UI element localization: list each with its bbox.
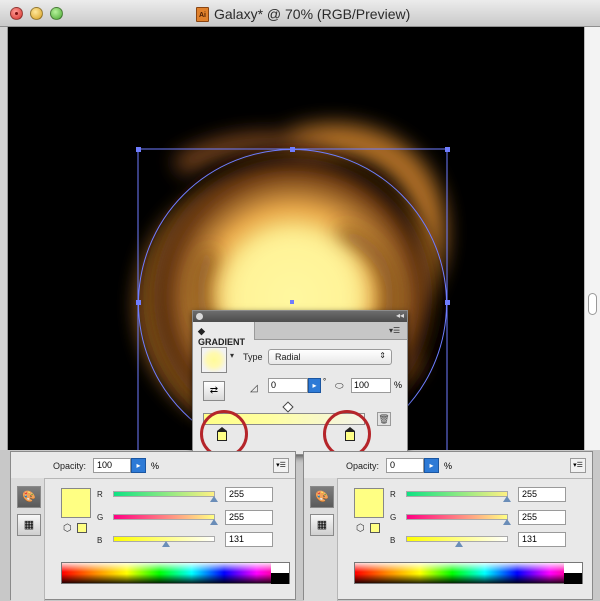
r-label: R [97, 490, 103, 499]
web-safe-swatch[interactable] [370, 523, 380, 533]
gradient-type-select[interactable]: Radial ⇕ [268, 349, 392, 365]
gradient-preview-swatch[interactable] [201, 347, 227, 373]
spectrum-black[interactable] [271, 573, 289, 584]
selection-handle [290, 147, 295, 152]
aspect-ratio-unit: % [394, 380, 403, 390]
close-button[interactable] [10, 7, 23, 20]
g-slider[interactable] [406, 514, 511, 525]
zoom-button[interactable] [50, 7, 63, 20]
gradient-type-value: Radial [275, 352, 301, 362]
select-arrows-icon: ⇕ [379, 351, 386, 360]
b-input[interactable]: 131 [225, 532, 273, 547]
color-panel-right: Opacity: 0 ▸ % ▾☰ 🎨 ▦ ⬡ R 255 G 255 B 13… [303, 451, 593, 601]
angle-input[interactable]: 0 [268, 378, 308, 393]
g-label: G [97, 513, 104, 522]
illustrator-window: Ai Galaxy* @ 70% (RGB/Preview) ◂◂ ◆ GRAD… [0, 0, 600, 601]
reverse-gradient-button[interactable]: ⇄ [203, 381, 225, 401]
left-edge [0, 27, 8, 450]
opacity-input[interactable]: 100 [93, 458, 131, 473]
delete-stop-icon[interactable]: 🗑 [377, 412, 391, 426]
b-slider-thumb[interactable] [455, 541, 463, 547]
spectrum-white[interactable] [271, 563, 289, 573]
divider [11, 478, 295, 479]
fill-color-swatch[interactable] [61, 488, 91, 518]
vertical-scrollbar[interactable] [584, 27, 600, 450]
g-input[interactable]: 255 [225, 510, 273, 525]
panel-menu-icon[interactable]: ▾☰ [570, 458, 586, 473]
g-slider-thumb[interactable] [503, 519, 511, 525]
panel-side-column: 🎨 ▦ [304, 478, 338, 601]
angle-icon: ◿ [250, 383, 258, 394]
opacity-dropdown-button[interactable]: ▸ [131, 458, 146, 473]
panel-tab-bar: ◆ GRADIENT ▾☰ [193, 322, 407, 347]
opacity-dropdown-button[interactable]: ▸ [424, 458, 439, 473]
selection-handle [445, 147, 450, 152]
angle-dropdown-button[interactable]: ▸ [308, 378, 321, 393]
title-bar[interactable]: Ai Galaxy* @ 70% (RGB/Preview) [0, 0, 600, 27]
color-spectrum-bar[interactable] [61, 562, 290, 584]
tab-gradient[interactable]: ◆ GRADIENT [193, 322, 255, 347]
spectrum-black[interactable] [564, 573, 582, 584]
selection-handle [136, 147, 141, 152]
opacity-label: Opacity: [346, 461, 380, 471]
divider [304, 478, 592, 479]
opacity-unit: % [444, 461, 453, 471]
r-slider-thumb[interactable] [503, 496, 511, 502]
panel-header[interactable]: ◂◂ [193, 311, 407, 322]
g-input[interactable]: 255 [518, 510, 566, 525]
spectrum-white[interactable] [564, 563, 582, 573]
color-mode-palette-icon[interactable]: 🎨 [17, 486, 41, 508]
gradient-midpoint-diamond[interactable] [282, 401, 294, 413]
b-label: B [390, 536, 396, 545]
r-slider[interactable] [406, 491, 511, 502]
window-title: Galaxy* @ 70% (RGB/Preview) [214, 6, 411, 22]
swatches-grid-icon[interactable]: ▦ [17, 514, 41, 536]
g-slider[interactable] [113, 514, 218, 525]
type-label: Type [243, 352, 263, 362]
color-mode-palette-icon[interactable]: 🎨 [310, 486, 334, 508]
b-slider[interactable] [113, 536, 215, 547]
minimize-button[interactable] [30, 7, 43, 20]
panel-menu-icon[interactable]: ▾☰ [389, 326, 403, 335]
web-safe-swatch[interactable] [77, 523, 87, 533]
color-spectrum-bar[interactable] [354, 562, 583, 584]
tab-gradient-label: GRADIENT [198, 337, 245, 347]
panel-menu-icon[interactable]: ▾☰ [273, 458, 289, 473]
panel-collapse-icon[interactable]: ◂◂ [396, 311, 404, 320]
selection-handle [136, 300, 141, 305]
selection-handle [445, 300, 450, 305]
g-label: G [390, 513, 397, 522]
b-slider[interactable] [406, 536, 508, 547]
r-input[interactable]: 255 [225, 487, 273, 502]
panel-close-icon[interactable] [196, 313, 203, 320]
swatches-grid-icon[interactable]: ▦ [310, 514, 334, 536]
opacity-input[interactable]: 0 [386, 458, 424, 473]
fill-color-swatch[interactable] [354, 488, 384, 518]
panel-side-column: 🎨 ▦ [11, 478, 45, 601]
b-slider-thumb[interactable] [162, 541, 170, 547]
selection-center [290, 300, 294, 304]
aspect-ratio-icon: ⬭ [335, 381, 344, 392]
color-panel-left: Opacity: 100 ▸ % ▾☰ 🎨 ▦ ⬡ R 255 G 255 B … [10, 451, 296, 601]
g-slider-thumb[interactable] [210, 519, 218, 525]
b-input[interactable]: 131 [518, 532, 566, 547]
r-input[interactable]: 255 [518, 487, 566, 502]
scrollbar-thumb[interactable] [588, 293, 597, 315]
angle-unit: ° [323, 377, 327, 386]
out-of-gamut-cube-icon[interactable]: ⬡ [63, 523, 72, 534]
illustrator-doc-icon: Ai [196, 7, 209, 22]
opacity-label: Opacity: [53, 461, 87, 471]
opacity-unit: % [151, 461, 160, 471]
out-of-gamut-cube-icon[interactable]: ⬡ [356, 523, 365, 534]
r-label: R [390, 490, 396, 499]
r-slider[interactable] [113, 491, 218, 502]
aspect-ratio-input[interactable]: 100 [351, 378, 391, 393]
gradient-swatch-dropdown-icon[interactable]: ▾ [230, 351, 237, 365]
r-slider-thumb[interactable] [210, 496, 218, 502]
b-label: B [97, 536, 103, 545]
